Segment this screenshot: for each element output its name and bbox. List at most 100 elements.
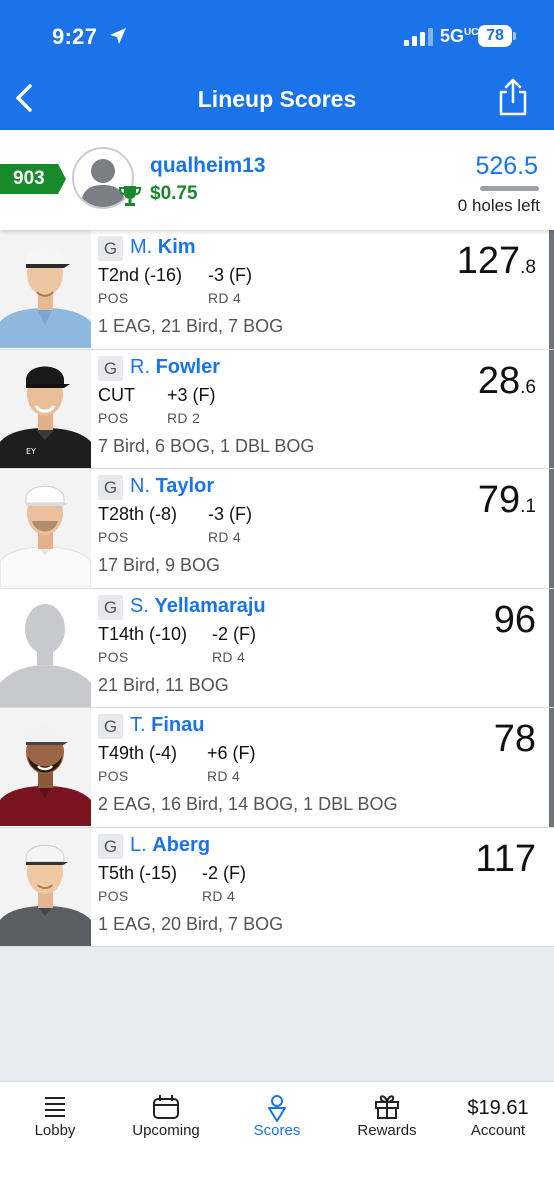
round-label: RD 4 (212, 648, 246, 665)
svg-text:EY: EY (26, 447, 36, 456)
player-name[interactable]: S. Yellamaraju (130, 595, 266, 618)
tab-label: Account (470, 1122, 526, 1139)
position-tag: G (98, 714, 123, 739)
round-label: RD 4 (208, 529, 242, 545)
cellular-signal-icon (404, 28, 433, 46)
round-score: -2 (F) (212, 623, 256, 644)
tab-upcoming[interactable]: Upcoming (111, 1082, 221, 1152)
row-indicator (549, 230, 554, 349)
round-score: +6 (F) (207, 743, 256, 763)
scoring-summary: 1 EAG, 20 Bird, 7 BOG (98, 913, 284, 934)
player-row[interactable]: G L. Aberg T5th (-15) -2 (F) POS RD 4 1 … (0, 827, 554, 947)
player-fantasy-score: 127.8 (456, 240, 536, 282)
row-indicator (549, 708, 554, 827)
position-label: POS (98, 768, 129, 784)
player-name[interactable]: L. Aberg (130, 834, 210, 857)
player-fantasy-score: 78 (493, 718, 536, 760)
account-balance: $19.61 (467, 1097, 529, 1119)
tab-label: Upcoming (132, 1122, 200, 1139)
player-fantasy-score: 96 (493, 598, 536, 641)
battery-tip (513, 32, 516, 40)
location-arrow-icon (110, 28, 126, 44)
player-position: T49th (-4) (98, 743, 178, 763)
status-time: 9:27 (52, 24, 98, 49)
bottom-tab-bar: Lobby Upcoming Scores Rewards $19.61 Acc… (0, 1081, 554, 1200)
tab-label: Scores (253, 1122, 301, 1139)
row-indicator (549, 588, 554, 707)
round-score: -3 (F) (208, 265, 252, 285)
position-tag: G (98, 833, 123, 859)
lineup-summary: 903 qualheim13 $0.75 526.5 0 holes left (0, 130, 554, 230)
position-label: POS (98, 887, 129, 904)
player-fantasy-score: 28.6 (477, 359, 536, 402)
holes-progress-fill (480, 186, 539, 191)
player-row[interactable]: G T. Finau T49th (-4) +6 (F) POS RD 4 2 … (0, 708, 554, 828)
holes-left: 0 holes left (457, 196, 540, 215)
position-label: POS (98, 648, 129, 665)
player-name[interactable]: T. Finau (130, 714, 204, 737)
round-score: -3 (F) (208, 504, 252, 524)
nav-bar: Lineup Scores (0, 66, 554, 130)
position-tag: G (98, 355, 123, 381)
round-score: +3 (F) (167, 384, 216, 405)
winnings: $0.75 (150, 183, 198, 204)
position-label: POS (98, 290, 129, 306)
scoring-summary: 2 EAG, 16 Bird, 14 BOG, 1 DBL BOG (98, 794, 398, 814)
row-indicator (549, 469, 554, 588)
rank-badge: 903 (0, 164, 66, 194)
row-indicator (549, 349, 554, 468)
player-fantasy-score: 79.1 (477, 479, 536, 521)
player-row[interactable]: G N. Taylor T28th (-8) -3 (F) POS RD 4 1… (0, 469, 554, 589)
player-photo: EY (0, 349, 91, 468)
position-tag: G (98, 475, 123, 500)
player-name[interactable]: M. Kim (130, 236, 196, 259)
page-title: Lineup Scores (197, 86, 357, 112)
player-name[interactable]: N. Taylor (130, 475, 214, 498)
trophy-icon (118, 186, 142, 206)
round-label: RD 4 (208, 290, 242, 306)
player-name[interactable]: R. Fowler (130, 356, 220, 379)
total-score: 526.5 (475, 152, 538, 180)
tab-scores[interactable]: Scores (222, 1082, 332, 1152)
player-list: G M. Kim T2nd (-16) -3 (F) POS RD 4 1 EA… (0, 230, 554, 947)
player-position: T5th (-15) (98, 862, 178, 883)
calendar-icon (153, 1095, 179, 1119)
player-photo-placeholder (0, 588, 91, 707)
gift-icon (375, 1095, 399, 1119)
position-tag: G (98, 236, 123, 261)
position-tag: G (98, 594, 123, 620)
position-label: POS (98, 529, 129, 545)
scoring-summary: 7 Bird, 6 BOG, 1 DBL BOG (98, 435, 315, 456)
player-position: CUT (98, 384, 135, 405)
player-photo (0, 827, 91, 946)
username[interactable]: qualheim13 (150, 154, 266, 178)
position-label: POS (98, 409, 129, 426)
status-bar: 9:27 5GUC 78 (0, 0, 554, 66)
tab-rewards[interactable]: Rewards (332, 1082, 442, 1152)
player-position: T28th (-8) (98, 504, 178, 524)
golf-tee-icon (268, 1095, 286, 1122)
tab-account[interactable]: $19.61 Account (443, 1082, 553, 1152)
player-photo (0, 230, 91, 348)
round-label: RD 4 (207, 768, 241, 784)
tab-lobby[interactable]: Lobby (0, 1082, 110, 1152)
round-score: -2 (F) (202, 862, 246, 883)
player-position: T2nd (-16) (98, 265, 183, 285)
scoring-summary: 21 Bird, 11 BOG (98, 674, 229, 695)
tab-label: Rewards (357, 1122, 417, 1139)
holes-progress-bar (480, 186, 539, 191)
scoring-summary: 1 EAG, 21 Bird, 7 BOG (98, 316, 284, 336)
player-row[interactable]: G S. Yellamaraju T14th (-10) -2 (F) POS … (0, 588, 554, 708)
player-position: T14th (-10) (98, 623, 188, 644)
round-label: RD 4 (202, 887, 236, 904)
player-row[interactable]: G M. Kim T2nd (-16) -3 (F) POS RD 4 1 EA… (0, 230, 554, 350)
round-label: RD 2 (167, 409, 201, 426)
player-fantasy-score: 117 (475, 837, 536, 880)
player-photo (0, 708, 91, 826)
tab-label: Lobby (34, 1122, 76, 1139)
scoring-summary: 17 Bird, 9 BOG (98, 555, 221, 575)
player-row[interactable]: EY G R. Fowler CUT +3 (F) POS RD 2 7 Bir… (0, 349, 554, 469)
battery-level: 78 (478, 25, 512, 47)
list-icon (45, 1097, 65, 1117)
share-icon[interactable] (496, 78, 530, 116)
